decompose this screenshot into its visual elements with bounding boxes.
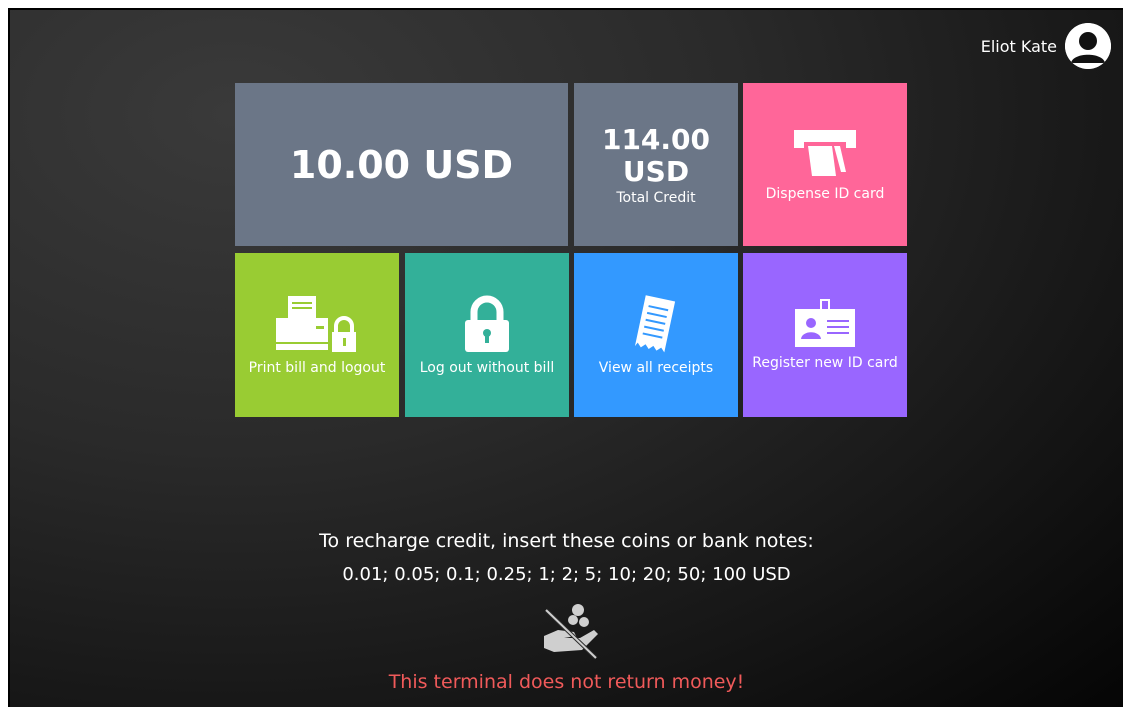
logout-without-bill-label: Log out without bill bbox=[419, 360, 555, 376]
recharge-instructions: To recharge credit, insert these coins o… bbox=[319, 530, 814, 552]
id-card-icon bbox=[795, 299, 855, 347]
total-credit-amount: 114.00 USD bbox=[601, 122, 711, 188]
logout-without-bill-button[interactable]: Log out without bill bbox=[405, 253, 569, 417]
current-amount: 10.00 USD bbox=[289, 142, 514, 187]
dispense-id-card-button[interactable]: Dispense ID card bbox=[743, 83, 907, 246]
print-bill-logout-button[interactable]: Print bill and logout bbox=[235, 253, 399, 417]
print-bill-logout-label: Print bill and logout bbox=[248, 360, 386, 376]
receipts-icon bbox=[634, 295, 676, 353]
view-all-receipts-label: View all receipts bbox=[598, 360, 714, 376]
printer-lock-icon bbox=[276, 296, 356, 352]
no-return-warning: This terminal does not return money! bbox=[388, 671, 745, 693]
view-all-receipts-button[interactable]: View all receipts bbox=[574, 253, 738, 417]
card-dispenser-icon bbox=[794, 129, 856, 176]
total-credit-tile: 114.00 USD Total Credit bbox=[574, 83, 738, 246]
avatar-icon bbox=[1065, 23, 1111, 69]
no-change-return-icon bbox=[540, 600, 602, 662]
dispense-id-card-label: Dispense ID card bbox=[765, 185, 885, 202]
user-info[interactable]: Eliot Kate bbox=[981, 23, 1111, 69]
user-name: Eliot Kate bbox=[980, 36, 1057, 56]
padlock-icon bbox=[465, 295, 509, 352]
total-credit-label: Total Credit bbox=[616, 189, 696, 206]
register-id-card-label: Register new ID card bbox=[752, 355, 898, 371]
register-id-card-button[interactable]: Register new ID card bbox=[743, 253, 907, 417]
accepted-denominations: 0.01; 0.05; 0.1; 0.25; 1; 2; 5; 10; 20; … bbox=[342, 564, 791, 585]
kiosk-screen: Eliot Kate 10.00 USD 114.00 USD Total Cr… bbox=[8, 8, 1123, 707]
current-amount-tile: 10.00 USD bbox=[235, 83, 568, 246]
